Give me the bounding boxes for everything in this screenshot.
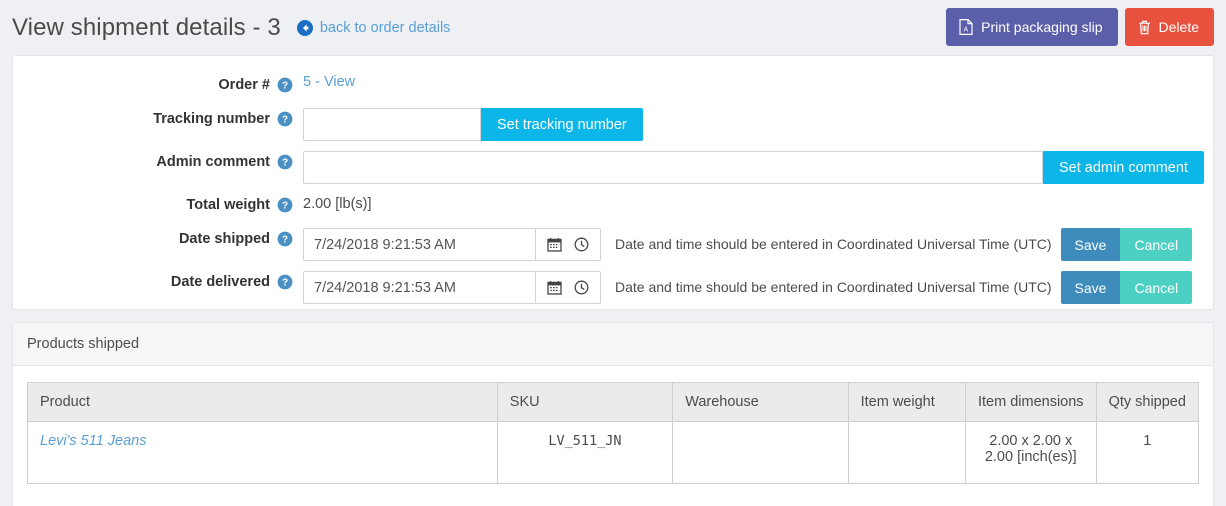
date-shipped-picker-buttons bbox=[535, 228, 601, 261]
order-label-group: Order # ? bbox=[13, 74, 303, 93]
column-header-qty-shipped: Qty shipped bbox=[1096, 383, 1198, 422]
order-label: Order # bbox=[218, 77, 270, 93]
header-actions: A Print packaging slip Delete bbox=[946, 8, 1214, 46]
column-header-warehouse: Warehouse bbox=[673, 383, 848, 422]
cell-sku: LV_511_JN bbox=[497, 422, 672, 484]
admin-comment-label: Admin comment bbox=[156, 154, 270, 170]
svg-text:?: ? bbox=[282, 235, 288, 246]
date-delivered-save-button[interactable]: Save bbox=[1061, 271, 1121, 304]
cell-item-dimensions: 2.00 x 2.00 x 2.00 [inch(es)] bbox=[965, 422, 1096, 484]
calendar-icon[interactable] bbox=[547, 280, 562, 295]
clock-icon[interactable] bbox=[574, 237, 589, 252]
column-header-item-weight: Item weight bbox=[848, 383, 965, 422]
question-circle-icon[interactable]: ? bbox=[277, 274, 293, 290]
order-row: Order # ? 5 - View bbox=[13, 74, 1213, 98]
cell-product: Levi's 511 Jeans bbox=[28, 422, 498, 484]
page-header: View shipment details - 3 back to order … bbox=[0, 0, 1226, 55]
print-packaging-slip-label: Print packaging slip bbox=[981, 20, 1102, 34]
print-packaging-slip-button[interactable]: A Print packaging slip bbox=[946, 8, 1117, 46]
cell-warehouse bbox=[673, 422, 848, 484]
order-view-link[interactable]: 5 - View bbox=[303, 74, 355, 90]
question-circle-icon[interactable]: ? bbox=[277, 111, 293, 127]
tracking-number-input[interactable] bbox=[303, 108, 481, 141]
pdf-file-icon: A bbox=[959, 19, 973, 35]
total-weight-row: Total weight ? 2.00 [lb(s)] bbox=[13, 194, 1213, 218]
trash-icon bbox=[1138, 20, 1151, 35]
clock-icon[interactable] bbox=[574, 280, 589, 295]
set-tracking-number-button[interactable]: Set tracking number bbox=[481, 108, 643, 141]
table-header-row: Product SKU Warehouse Item weight Item d… bbox=[28, 383, 1199, 422]
svg-text:?: ? bbox=[282, 201, 288, 212]
total-weight-value: 2.00 [lb(s)] bbox=[303, 194, 372, 212]
back-link-label: back to order details bbox=[320, 20, 451, 36]
svg-text:?: ? bbox=[282, 278, 288, 289]
cell-qty-shipped: 1 bbox=[1096, 422, 1198, 484]
products-table: Product SKU Warehouse Item weight Item d… bbox=[27, 382, 1199, 484]
admin-comment-row: Admin comment ? Set admin comment bbox=[13, 151, 1213, 184]
date-delivered-field: Date and time should be entered in Coord… bbox=[303, 271, 1192, 304]
calendar-icon[interactable] bbox=[547, 237, 562, 252]
products-shipped-panel-body: Product SKU Warehouse Item weight Item d… bbox=[13, 366, 1213, 506]
svg-text:A: A bbox=[964, 26, 969, 33]
column-header-product: Product bbox=[28, 383, 498, 422]
date-delivered-actions: Save Cancel bbox=[1061, 271, 1193, 304]
order-field: 5 - View bbox=[303, 74, 355, 90]
column-header-sku: SKU bbox=[497, 383, 672, 422]
delete-label: Delete bbox=[1159, 20, 1199, 34]
delete-button[interactable]: Delete bbox=[1125, 8, 1214, 46]
question-circle-icon[interactable]: ? bbox=[277, 77, 293, 93]
column-header-item-dimensions: Item dimensions bbox=[965, 383, 1096, 422]
tracking-number-label-group: Tracking number ? bbox=[13, 108, 303, 127]
date-delivered-label-group: Date delivered ? bbox=[13, 271, 303, 290]
admin-comment-input[interactable] bbox=[303, 151, 1043, 184]
date-shipped-row: Date shipped ? bbox=[13, 228, 1213, 261]
products-shipped-panel-title: Products shipped bbox=[13, 323, 1213, 366]
question-circle-icon[interactable]: ? bbox=[277, 154, 293, 170]
tracking-number-label: Tracking number bbox=[153, 111, 270, 127]
date-shipped-label: Date shipped bbox=[179, 231, 270, 247]
admin-comment-label-group: Admin comment ? bbox=[13, 151, 303, 170]
back-to-order-details-link[interactable]: back to order details bbox=[297, 20, 451, 36]
svg-text:?: ? bbox=[282, 158, 288, 169]
date-shipped-input[interactable] bbox=[303, 228, 535, 261]
date-shipped-hint: Date and time should be entered in Coord… bbox=[615, 228, 1052, 261]
arrow-circle-left-icon bbox=[297, 20, 313, 36]
svg-text:?: ? bbox=[282, 81, 288, 92]
tracking-number-field: Set tracking number bbox=[303, 108, 643, 141]
date-delivered-label: Date delivered bbox=[171, 274, 270, 290]
shipment-details-card: Order # ? 5 - View Tracking number ? bbox=[12, 55, 1214, 310]
page-title: View shipment details - 3 bbox=[12, 14, 281, 42]
total-weight-field: 2.00 [lb(s)] bbox=[303, 194, 372, 212]
svg-text:?: ? bbox=[282, 115, 288, 126]
set-admin-comment-button[interactable]: Set admin comment bbox=[1043, 151, 1204, 184]
date-delivered-input[interactable] bbox=[303, 271, 535, 304]
total-weight-label: Total weight bbox=[186, 197, 270, 213]
total-weight-label-group: Total weight ? bbox=[13, 194, 303, 213]
tracking-number-row: Tracking number ? Set tracking number bbox=[13, 108, 1213, 141]
product-link[interactable]: Levi's 511 Jeans bbox=[40, 433, 146, 449]
question-circle-icon[interactable]: ? bbox=[277, 231, 293, 247]
question-circle-icon[interactable]: ? bbox=[277, 197, 293, 213]
date-delivered-cancel-button[interactable]: Cancel bbox=[1120, 271, 1192, 304]
date-shipped-field: Date and time should be entered in Coord… bbox=[303, 228, 1192, 261]
date-delivered-row: Date delivered ? bbox=[13, 271, 1213, 304]
table-row: Levi's 511 Jeans LV_511_JN 2.00 x 2.00 x… bbox=[28, 422, 1199, 484]
products-shipped-card: Products shipped Product SKU Warehouse I… bbox=[12, 322, 1214, 506]
admin-comment-field: Set admin comment bbox=[303, 151, 1204, 184]
date-shipped-label-group: Date shipped ? bbox=[13, 228, 303, 247]
cell-item-weight bbox=[848, 422, 965, 484]
date-delivered-hint: Date and time should be entered in Coord… bbox=[615, 271, 1052, 304]
date-shipped-save-button[interactable]: Save bbox=[1061, 228, 1121, 261]
date-delivered-picker-buttons bbox=[535, 271, 601, 304]
date-shipped-cancel-button[interactable]: Cancel bbox=[1120, 228, 1192, 261]
date-shipped-actions: Save Cancel bbox=[1061, 228, 1193, 261]
